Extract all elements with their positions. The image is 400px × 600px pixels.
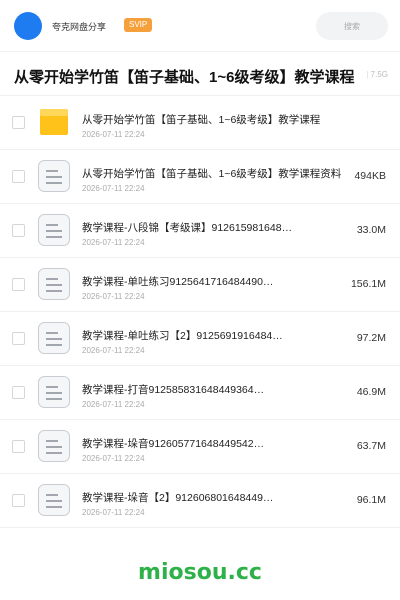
select-checkbox[interactable] [12,386,25,399]
file-size: 63.7M [356,440,386,452]
meta-separator: | [366,70,369,79]
page-title: 从零开始学竹笛【笛子基础、1~6级考级】教学课程 [14,69,355,86]
document-icon [38,268,70,300]
share-title-bar: 从零开始学竹笛【笛子基础、1~6级考级】教学课程 | 7.5G [0,58,400,96]
file-name[interactable]: 教学课程-单吐练习9125641716484490… [82,274,347,289]
header: 夸克网盘分享 SVIP [0,0,400,52]
select-checkbox[interactable] [12,278,25,291]
search-input[interactable] [316,12,388,40]
file-date: 2026-07-11 22:24 [82,184,145,193]
file-date: 2026-07-11 22:24 [82,508,145,517]
document-icon [38,484,70,516]
file-name[interactable]: 教学课程-垛音【2】912606801648449… [82,490,347,505]
file-size: 33.0M [356,224,386,236]
svip-badge[interactable]: SVIP [124,18,153,32]
file-name[interactable]: 从零开始学竹笛【笛子基础、1~6级考级】教学课程 [82,112,347,127]
file-date: 2026-07-11 22:24 [82,238,145,247]
document-icon [38,322,70,354]
avatar[interactable] [14,12,42,40]
file-list: 从零开始学竹笛【笛子基础、1~6级考级】教学课程 2026-07-11 22:2… [0,96,400,528]
file-size: 46.9M [356,386,386,398]
list-item[interactable]: 教学课程-八段锦【考级课】912615981648… 2026-07-11 22… [0,204,400,258]
file-size: 97.2M [356,332,386,344]
file-name[interactable]: 教学课程-垛音9126057716484495​42… [82,436,347,451]
list-item[interactable]: 教学课程-打音912585831648449364… 2026-07-11 22… [0,366,400,420]
file-date: 2026-07-11 22:24 [82,454,145,463]
file-date: 2026-07-11 22:24 [82,400,145,409]
select-checkbox[interactable] [12,440,25,453]
list-item[interactable]: 从零开始学竹笛【笛子基础、1~6级考级】教学课程资料 2026-07-11 22… [0,150,400,204]
file-date: 2026-07-11 22:24 [82,346,145,355]
document-icon [38,160,70,192]
list-item[interactable]: 教学课程-单吐练习【2】9125691916484… 2026-07-11 22… [0,312,400,366]
document-icon [38,214,70,246]
folder-icon [40,109,68,135]
file-name[interactable]: 教学课程-八段锦【考级课】912615981648… [82,220,347,235]
list-item[interactable]: 教学课程-垛音【2】912606801648449… 2026-07-11 22… [0,474,400,528]
list-item[interactable]: 教学课程-垛音9126057716484495​42… 2026-07-11 2… [0,420,400,474]
select-checkbox[interactable] [12,332,25,345]
meta-size: 7.5G [370,70,388,79]
document-icon [38,430,70,462]
select-checkbox[interactable] [12,494,25,507]
file-date: 2026-07-11 22:24 [82,130,145,139]
list-item[interactable]: 教学课程-单吐练习9125641716484490… 2026-07-11 22… [0,258,400,312]
brand-name: 夸克网盘分享 [52,22,107,32]
file-name[interactable]: 教学课程-单吐练习【2】9125691916484… [82,328,347,343]
list-item[interactable]: 从零开始学竹笛【笛子基础、1~6级考级】教学课程 2026-07-11 22:2… [0,96,400,150]
select-checkbox[interactable] [12,116,25,129]
document-icon [38,376,70,408]
watermark: miosou.cc [138,560,262,585]
total-size: | 7.5G [366,70,388,79]
select-checkbox[interactable] [12,170,25,183]
file-size: 96.1M [356,494,386,506]
file-date: 2026-07-11 22:24 [82,292,145,301]
file-size: 494KB [354,170,386,182]
select-checkbox[interactable] [12,224,25,237]
file-name[interactable]: 教学课程-打音912585831648449364… [82,382,347,397]
file-size: 156.1M [350,278,386,290]
file-name[interactable]: 从零开始学竹笛【笛子基础、1~6级考级】教学课程资料 [82,166,347,181]
